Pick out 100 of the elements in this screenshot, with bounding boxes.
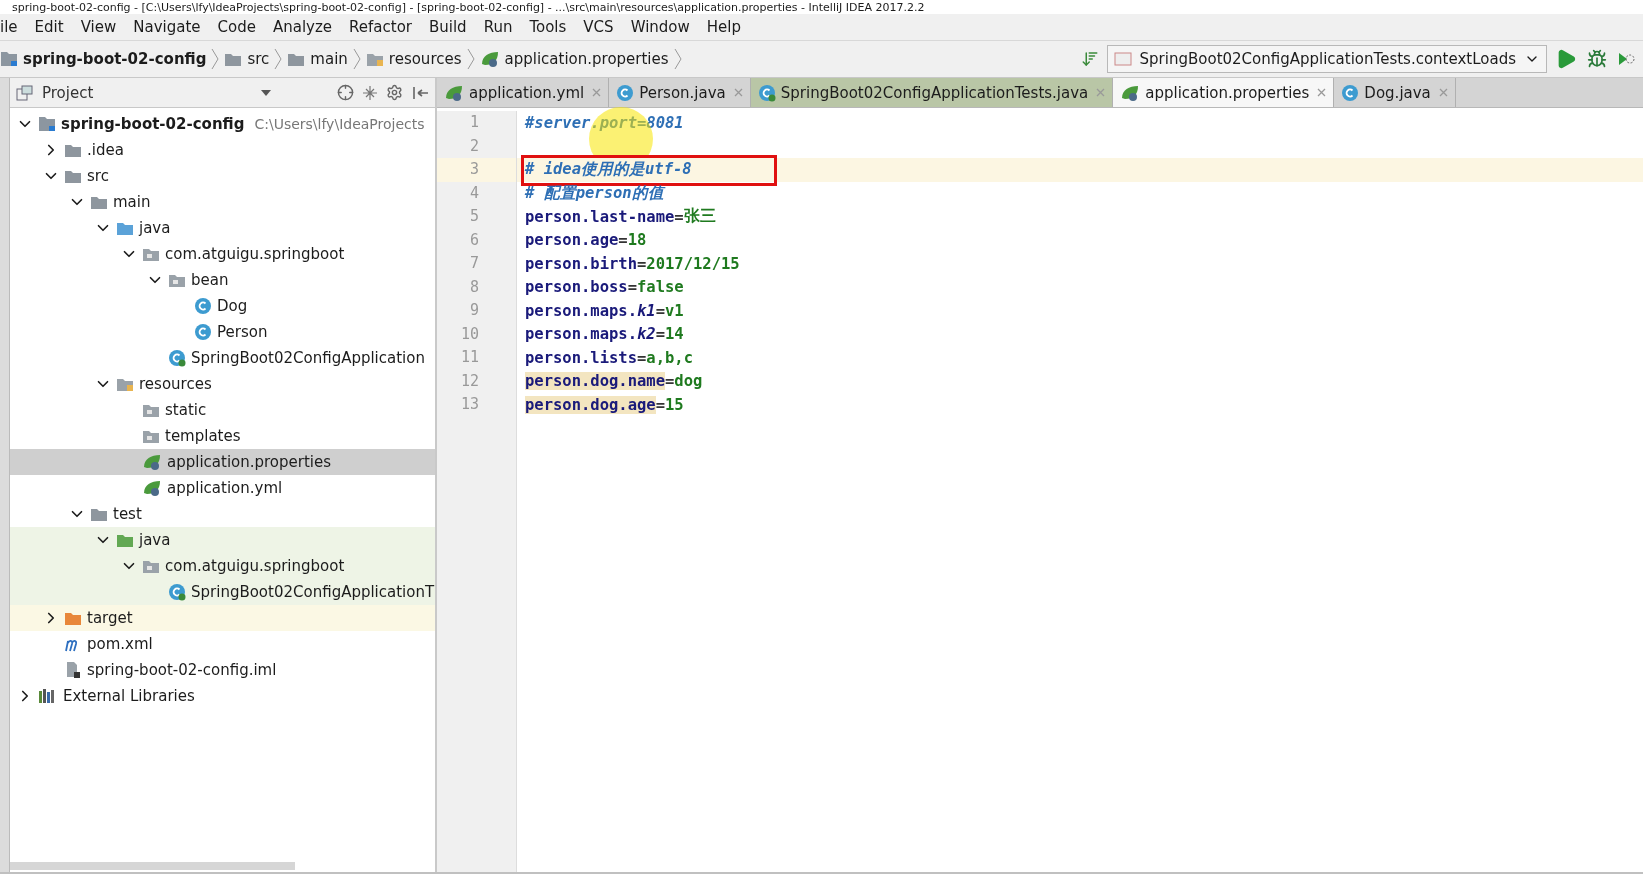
- tree-item[interactable]: com.atguigu.springboot: [165, 557, 345, 575]
- leaf-icon: [142, 479, 162, 497]
- scrollbar[interactable]: [10, 862, 295, 870]
- tree-item[interactable]: java: [139, 531, 171, 549]
- package-icon: [142, 428, 160, 444]
- chevron-icon: [672, 48, 683, 70]
- menu-item[interactable]: Code: [217, 18, 256, 36]
- tree-item[interactable]: spring-boot-02-config: [61, 115, 245, 133]
- leaf-icon: [1120, 83, 1141, 102]
- class-icon: [168, 583, 186, 601]
- code-token: dog: [674, 372, 703, 391]
- line-number: 10: [459, 323, 479, 345]
- tree-item[interactable]: application.yml: [167, 479, 283, 497]
- tree-item[interactable]: .idea: [87, 141, 124, 159]
- package-icon: [142, 402, 160, 418]
- editor-tab[interactable]: SpringBoot02ConfigApplicationTests.java: [750, 78, 1114, 107]
- dropdown-caret-icon[interactable]: [261, 89, 271, 96]
- chevron-icon: [465, 48, 476, 70]
- code-token: =: [655, 325, 665, 344]
- tree-item[interactable]: java: [139, 219, 171, 237]
- tree-item[interactable]: main: [113, 193, 151, 211]
- tree-item[interactable]: static: [165, 401, 207, 419]
- menu-item[interactable]: Tools: [529, 18, 567, 36]
- code-token: a,b,c: [646, 348, 693, 367]
- tree-item[interactable]: pom.xml: [87, 635, 153, 653]
- sort-icon[interactable]: [1080, 50, 1099, 68]
- line-number: 3: [468, 159, 479, 180]
- module-icon: [0, 51, 18, 67]
- run-config-dropdown[interactable]: SpringBoot02ConfigApplicationTests.contextLoads: [1106, 45, 1547, 73]
- code-token: person.maps.k2: [525, 325, 656, 344]
- tree-item[interactable]: SpringBoot02ConfigApplication: [191, 349, 425, 367]
- module-icon: [38, 116, 56, 132]
- code-token: person.boss: [525, 278, 628, 297]
- tree-item[interactable]: target: [87, 609, 133, 627]
- resources-folder-icon: [365, 51, 384, 67]
- tree-item[interactable]: SpringBoot02ConfigApplicationT: [191, 583, 435, 601]
- code-token: 14: [665, 325, 684, 344]
- tree-item[interactable]: com.atguigu.springboot: [165, 245, 345, 263]
- coverage-icon[interactable]: [1617, 50, 1635, 68]
- menu-item[interactable]: Analyze: [272, 18, 333, 36]
- debug-icon[interactable]: [1587, 49, 1607, 69]
- line-number: 11: [459, 347, 479, 368]
- pin-icon[interactable]: [411, 84, 429, 101]
- package-icon: [168, 272, 186, 288]
- breadcrumb[interactable]: resources: [365, 50, 462, 68]
- leaf-icon: [142, 453, 162, 471]
- leaf-icon: [479, 50, 500, 68]
- tree-item[interactable]: application.properties: [167, 453, 332, 471]
- line-number: 12: [459, 370, 479, 392]
- folder-icon: [64, 142, 82, 158]
- tree-item[interactable]: test: [113, 505, 142, 523]
- code-token: person.maps.k1: [525, 301, 656, 320]
- tree-item[interactable]: Person: [217, 323, 268, 341]
- menu-item[interactable]: ile: [0, 18, 18, 36]
- menu-item[interactable]: Build: [429, 18, 467, 36]
- class-icon: [616, 83, 635, 102]
- line-number: 13: [459, 394, 479, 415]
- folder-icon: [224, 51, 243, 67]
- file-icon: [64, 661, 82, 679]
- menu-item[interactable]: Refactor: [349, 18, 412, 36]
- tree-item[interactable]: templates: [165, 427, 241, 445]
- menu-item[interactable]: VCS: [583, 18, 614, 36]
- chevron-icon: [273, 48, 284, 70]
- leaf-icon: [444, 83, 464, 102]
- breadcrumb[interactable]: spring-boot-02-config: [0, 50, 207, 68]
- breadcrumb[interactable]: application.properties: [479, 50, 669, 68]
- project-icon: [16, 84, 34, 101]
- class-icon: [194, 297, 212, 315]
- code-token: v1: [665, 301, 684, 320]
- panel-title[interactable]: Project: [42, 83, 94, 102]
- locate-icon[interactable]: [337, 84, 354, 101]
- menu-item[interactable]: Window: [630, 18, 690, 36]
- line-number: 4: [468, 182, 479, 204]
- tree-item[interactable]: External Libraries: [63, 687, 195, 705]
- tree-item[interactable]: bean: [191, 271, 229, 289]
- class-icon: [194, 323, 212, 341]
- tree-item[interactable]: src: [87, 167, 109, 185]
- line-number: 1: [468, 112, 479, 133]
- menu-item[interactable]: Run: [483, 18, 513, 36]
- tree-item[interactable]: resources: [139, 375, 212, 393]
- collapse-icon[interactable]: [362, 84, 378, 101]
- code-token: 15: [665, 395, 684, 414]
- code-token: =: [637, 254, 647, 273]
- settings-icon[interactable]: [386, 84, 403, 101]
- tree-item[interactable]: spring-boot-02-config.iml: [87, 661, 277, 679]
- menu-item[interactable]: Edit: [34, 18, 64, 36]
- code-token: # idea使用的是utf-8: [525, 159, 692, 181]
- tree-item[interactable]: Dog: [217, 297, 248, 315]
- close-icon[interactable]: [1317, 88, 1327, 97]
- folder-icon: [90, 506, 108, 522]
- menu-item[interactable]: Help: [706, 18, 741, 36]
- code-token: 18: [627, 231, 647, 250]
- class-icon: [757, 83, 776, 102]
- breadcrumb[interactable]: src: [224, 50, 270, 68]
- code-token: person.dog.name: [525, 372, 665, 391]
- breadcrumb[interactable]: main: [287, 50, 348, 68]
- code-token: # 配置person的值: [525, 182, 664, 204]
- menu-item[interactable]: View: [80, 18, 117, 36]
- menu-item[interactable]: Navigate: [133, 18, 201, 36]
- editor-tab[interactable]: application.properties: [1113, 78, 1335, 107]
